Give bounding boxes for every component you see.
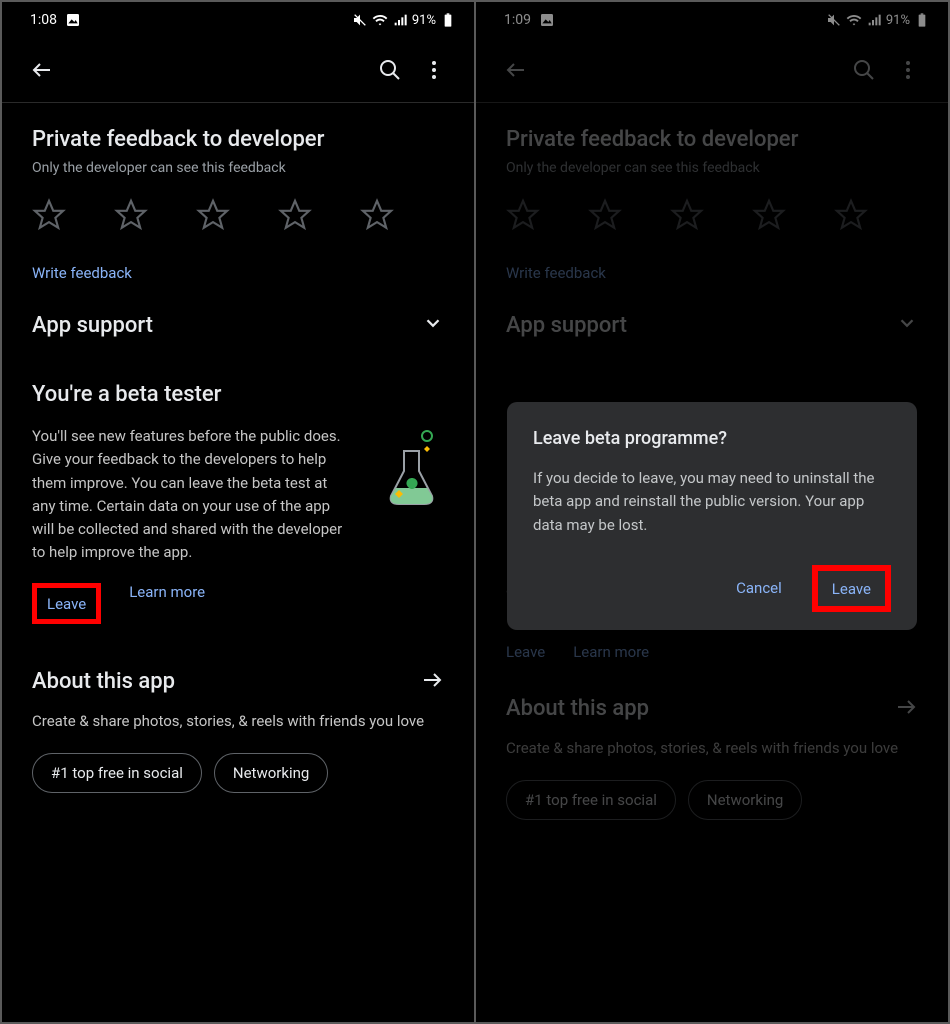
feedback-title: Private feedback to developer [32, 127, 444, 152]
leave-beta-dialog: Leave beta programme? If you decide to l… [507, 402, 917, 630]
status-time: 1:08 [30, 12, 57, 28]
back-button[interactable] [24, 52, 60, 88]
leave-confirm-button[interactable]: Leave [820, 572, 883, 606]
star-2[interactable] [114, 198, 148, 236]
rating-stars [32, 198, 444, 236]
about-description: Create & share photos, stories, & reels … [32, 710, 444, 733]
dialog-body: If you decide to leave, you may need to … [533, 467, 891, 537]
more-button[interactable] [416, 52, 452, 88]
beta-title: You're a beta tester [32, 382, 444, 407]
cancel-button[interactable]: Cancel [724, 571, 794, 605]
star-4[interactable] [278, 198, 312, 236]
star-1[interactable] [32, 198, 66, 236]
chip-top-free[interactable]: #1 top free in social [32, 753, 202, 793]
app-support-label: App support [32, 313, 153, 338]
beaker-icon [374, 421, 444, 511]
signal-icon [392, 12, 408, 28]
screenshot-left: 1:08 91% Private feedback to developer [2, 2, 474, 1022]
status-bar: 1:08 91% [2, 2, 474, 38]
gallery-icon [65, 12, 81, 28]
about-title: About this app [32, 669, 175, 694]
battery-percent: 91% [412, 13, 436, 28]
beta-description: You'll see new features before the publi… [32, 425, 346, 565]
battery-icon [440, 12, 456, 28]
about-row[interactable]: About this app [32, 668, 444, 696]
learn-more-link[interactable]: Learn more [129, 583, 205, 624]
arrow-right-icon [420, 668, 444, 696]
highlight-box: Leave [32, 583, 101, 624]
star-3[interactable] [196, 198, 230, 236]
screenshot-right: 1:09 91% Private feedback to developer [476, 2, 948, 1022]
wifi-icon [372, 12, 388, 28]
dialog-title: Leave beta programme? [533, 428, 891, 449]
category-chips: #1 top free in social Networking [32, 753, 444, 793]
star-5[interactable] [360, 198, 394, 236]
chevron-down-icon [422, 312, 444, 338]
search-button[interactable] [372, 52, 408, 88]
feedback-subtitle: Only the developer can see this feedback [32, 160, 444, 176]
feedback-section: Private feedback to developer Only the d… [32, 103, 444, 292]
app-support-row[interactable]: App support [32, 292, 444, 358]
write-feedback-link[interactable]: Write feedback [32, 264, 444, 282]
chip-networking[interactable]: Networking [214, 753, 328, 793]
beta-section: You're a beta tester You'll see new feat… [32, 358, 444, 634]
dialog-scrim[interactable]: Leave beta programme? If you decide to l… [476, 2, 948, 1022]
leave-beta-button[interactable]: Leave [47, 595, 86, 613]
toolbar [2, 38, 474, 102]
mute-icon [352, 12, 368, 28]
highlight-box: Leave [812, 565, 891, 612]
